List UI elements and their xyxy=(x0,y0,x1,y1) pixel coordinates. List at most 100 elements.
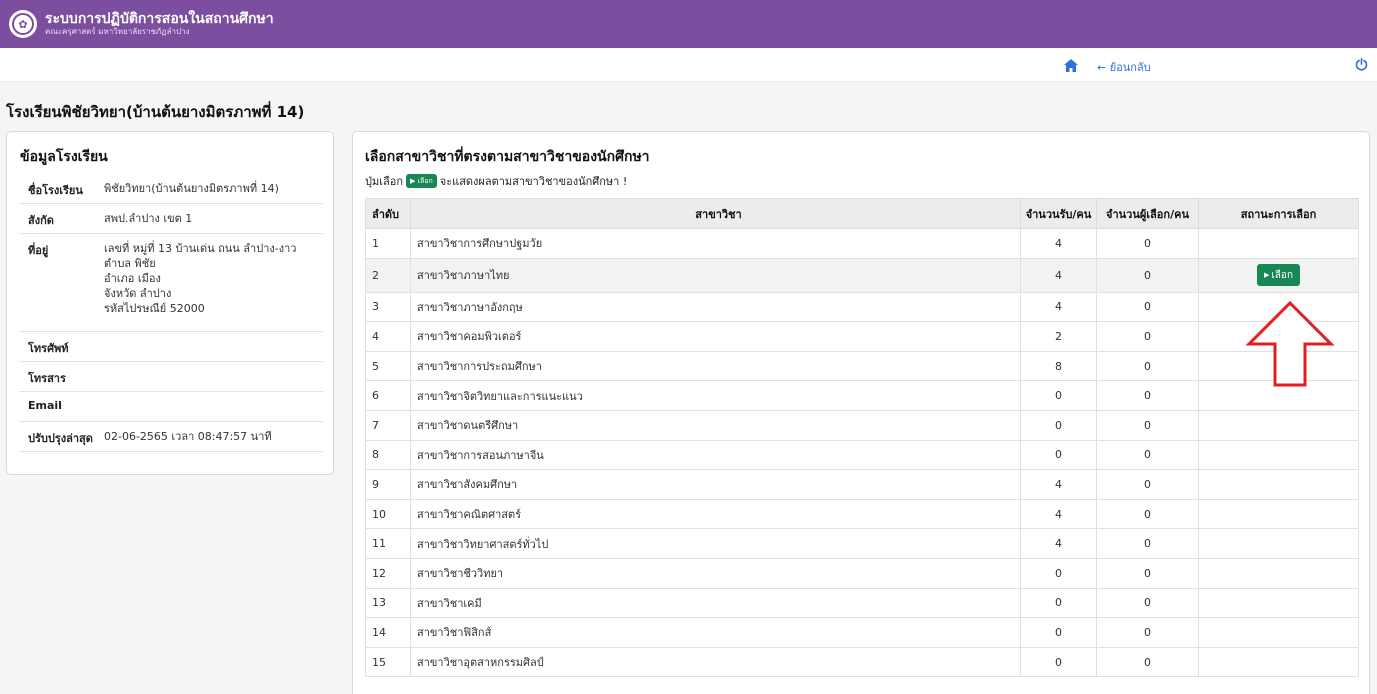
row-status xyxy=(1198,440,1359,471)
row-chosen: 0 xyxy=(1096,469,1199,500)
info-value xyxy=(104,339,323,361)
table-row: 6 สาขาวิชาจิตวิทยาและการแนะแนว 0 0 xyxy=(365,380,1359,411)
row-no: 11 xyxy=(365,528,411,559)
info-label: ที่อยู่ xyxy=(28,244,49,257)
row-major-name: สาขาวิชาการสอนภาษาจีน xyxy=(410,440,1021,471)
info-value-line: ตำบล พิชัย xyxy=(104,257,156,270)
row-status xyxy=(1198,499,1359,530)
info-row: ปรับปรุงล่าสุด 02-06-2565 เวลา 08:47:57 น… xyxy=(19,422,323,452)
top-bar: ✿ ระบบการปฏิบัติการสอนในสถานศึกษา คณะครุ… xyxy=(0,0,1377,48)
row-no: 14 xyxy=(365,617,411,648)
row-no: 3 xyxy=(365,292,411,323)
info-value-line: สพป.ลำปาง เขต 1 xyxy=(104,212,193,225)
row-capacity: 0 xyxy=(1020,647,1097,678)
row-capacity: 0 xyxy=(1020,558,1097,589)
row-major-name: สาขาวิชาจิตวิทยาและการแนะแนว xyxy=(410,380,1021,411)
info-label: โทรสาร xyxy=(28,372,66,385)
info-value xyxy=(104,399,323,421)
app-subtitle: คณะครุศาสตร์ มหาวิทยาลัยราชภัฏลำปาง xyxy=(45,27,190,36)
school-info-card: ข้อมูลโรงเรียน ชื่อโรงเรียน พิชัยวิทยา(บ้… xyxy=(6,131,334,475)
info-value-line: พิชัยวิทยา(บ้านต้นยางมิตรภาพที่ 14) xyxy=(104,182,279,195)
info-label: ชื่อโรงเรียน xyxy=(28,184,83,197)
row-major-name: สาขาวิชาสังคมศึกษา xyxy=(410,469,1021,500)
info-value: สพป.ลำปาง เขต 1 xyxy=(104,211,323,233)
home-icon[interactable] xyxy=(1064,59,1078,72)
info-value-line: 02-06-2565 เวลา 08:47:57 นาที xyxy=(104,430,272,443)
row-no: 7 xyxy=(365,410,411,441)
row-major-name: สาขาวิชาคณิตศาสตร์ xyxy=(410,499,1021,530)
info-row: Email xyxy=(19,392,323,422)
row-capacity: 0 xyxy=(1020,588,1097,619)
table-row: 15 สาขาวิชาอุตสาหกรรมศิลป์ 0 0 xyxy=(365,647,1359,678)
row-chosen: 0 xyxy=(1096,351,1199,382)
info-row: ชื่อโรงเรียน พิชัยวิทยา(บ้านต้นยางมิตรภาพ… xyxy=(19,174,323,204)
table-row: 2 สาขาวิชาภาษาไทย 4 0 ▶ เลือก xyxy=(365,258,1359,293)
row-chosen: 0 xyxy=(1096,647,1199,678)
col-header-capacity: จำนวนรับ/คน xyxy=(1020,198,1097,229)
up-arrow-icon xyxy=(1245,300,1335,387)
info-value: 02-06-2565 เวลา 08:47:57 นาที xyxy=(104,429,323,451)
table-row: 9 สาขาวิชาสังคมศึกษา 4 0 xyxy=(365,469,1359,500)
info-value xyxy=(104,369,323,391)
row-chosen: 0 xyxy=(1096,258,1199,293)
info-label: ปรับปรุงล่าสุด xyxy=(28,432,93,445)
row-status xyxy=(1198,469,1359,500)
university-seal-icon[interactable]: ✿ xyxy=(9,10,37,38)
col-header-no: ลำดับ xyxy=(365,198,411,229)
row-capacity: 4 xyxy=(1020,469,1097,500)
row-major-name: สาขาวิชาฟิสิกส์ xyxy=(410,617,1021,648)
row-status xyxy=(1198,588,1359,619)
info-row: โทรสาร xyxy=(19,362,323,392)
row-capacity: 4 xyxy=(1020,499,1097,530)
row-major-name: สาขาวิชาการศึกษาปฐมวัย xyxy=(410,228,1021,259)
table-row: 4 สาขาวิชาคอมพิวเตอร์ 2 0 xyxy=(365,321,1359,352)
table-header: ลำดับ สาขาวิชา จำนวนรับ/คน จำนวนผู้เลือก… xyxy=(365,198,1359,229)
info-value: เลขที่ หมู่ที่ 13 บ้านเด่น ถนน ลำปาง-งาว… xyxy=(104,241,323,331)
row-major-name: สาขาวิชาคอมพิวเตอร์ xyxy=(410,321,1021,352)
table-row: 13 สาขาวิชาเคมี 0 0 xyxy=(365,588,1359,619)
row-status xyxy=(1198,647,1359,678)
row-major-name: สาขาวิชาภาษาไทย xyxy=(410,258,1021,293)
table-row: 5 สาขาวิชาการประถมศึกษา 8 0 xyxy=(365,351,1359,382)
row-status xyxy=(1198,558,1359,589)
row-capacity: 0 xyxy=(1020,380,1097,411)
row-capacity: 8 xyxy=(1020,351,1097,382)
info-value-line: จังหวัด ลำปาง xyxy=(104,287,172,300)
row-chosen: 0 xyxy=(1096,292,1199,323)
table-row: 1 สาขาวิชาการศึกษาปฐมวัย 4 0 xyxy=(365,228,1359,259)
info-value-line: รหัสไปรษณีย์ 52000 xyxy=(104,302,205,315)
row-no: 15 xyxy=(365,647,411,678)
select-button[interactable]: ▶ เลือก xyxy=(1257,264,1300,287)
table-row: 7 สาขาวิชาดนตรีศึกษา 0 0 xyxy=(365,410,1359,441)
page-title: โรงเรียนพิชัยวิทยา(บ้านต้นยางมิตรภาพที่ … xyxy=(6,103,305,121)
row-status xyxy=(1198,410,1359,441)
row-major-name: สาขาวิชาวิทยาศาสตร์ทั่วไป xyxy=(410,528,1021,559)
col-header-chosen: จำนวนผู้เลือก/คน xyxy=(1096,198,1199,229)
hint-select-button: ▶ เลือก xyxy=(406,174,437,188)
row-major-name: สาขาวิชาการประถมศึกษา xyxy=(410,351,1021,382)
power-icon[interactable] xyxy=(1355,58,1368,71)
majors-table: ลำดับ สาขาวิชา จำนวนรับ/คน จำนวนผู้เลือก… xyxy=(365,198,1359,678)
row-chosen: 0 xyxy=(1096,410,1199,441)
row-chosen: 0 xyxy=(1096,588,1199,619)
row-no: 1 xyxy=(365,228,411,259)
row-chosen: 0 xyxy=(1096,499,1199,530)
row-chosen: 0 xyxy=(1096,228,1199,259)
school-info-heading: ข้อมูลโรงเรียน xyxy=(20,149,108,165)
row-capacity: 0 xyxy=(1020,410,1097,441)
row-capacity: 4 xyxy=(1020,292,1097,323)
back-link[interactable]: ← ย้อนกลับ xyxy=(1097,58,1151,76)
brand[interactable]: ระบบการปฏิบัติการสอนในสถานศึกษา คณะครุศา… xyxy=(45,11,274,37)
select-button-label: เลือก xyxy=(1271,269,1293,281)
table-row: 10 สาขาวิชาคณิตศาสตร์ 4 0 xyxy=(365,499,1359,530)
row-capacity: 4 xyxy=(1020,258,1097,293)
row-no: 12 xyxy=(365,558,411,589)
table-row: 8 สาขาวิชาการสอนภาษาจีน 0 0 xyxy=(365,440,1359,471)
row-no: 4 xyxy=(365,321,411,352)
info-label: Email xyxy=(28,399,62,412)
row-status xyxy=(1198,228,1359,259)
row-chosen: 0 xyxy=(1096,558,1199,589)
majors-card: เลือกสาขาวิชาที่ตรงตามสาขาวิชาของนักศึกษ… xyxy=(352,131,1370,694)
row-chosen: 0 xyxy=(1096,380,1199,411)
row-capacity: 0 xyxy=(1020,440,1097,471)
